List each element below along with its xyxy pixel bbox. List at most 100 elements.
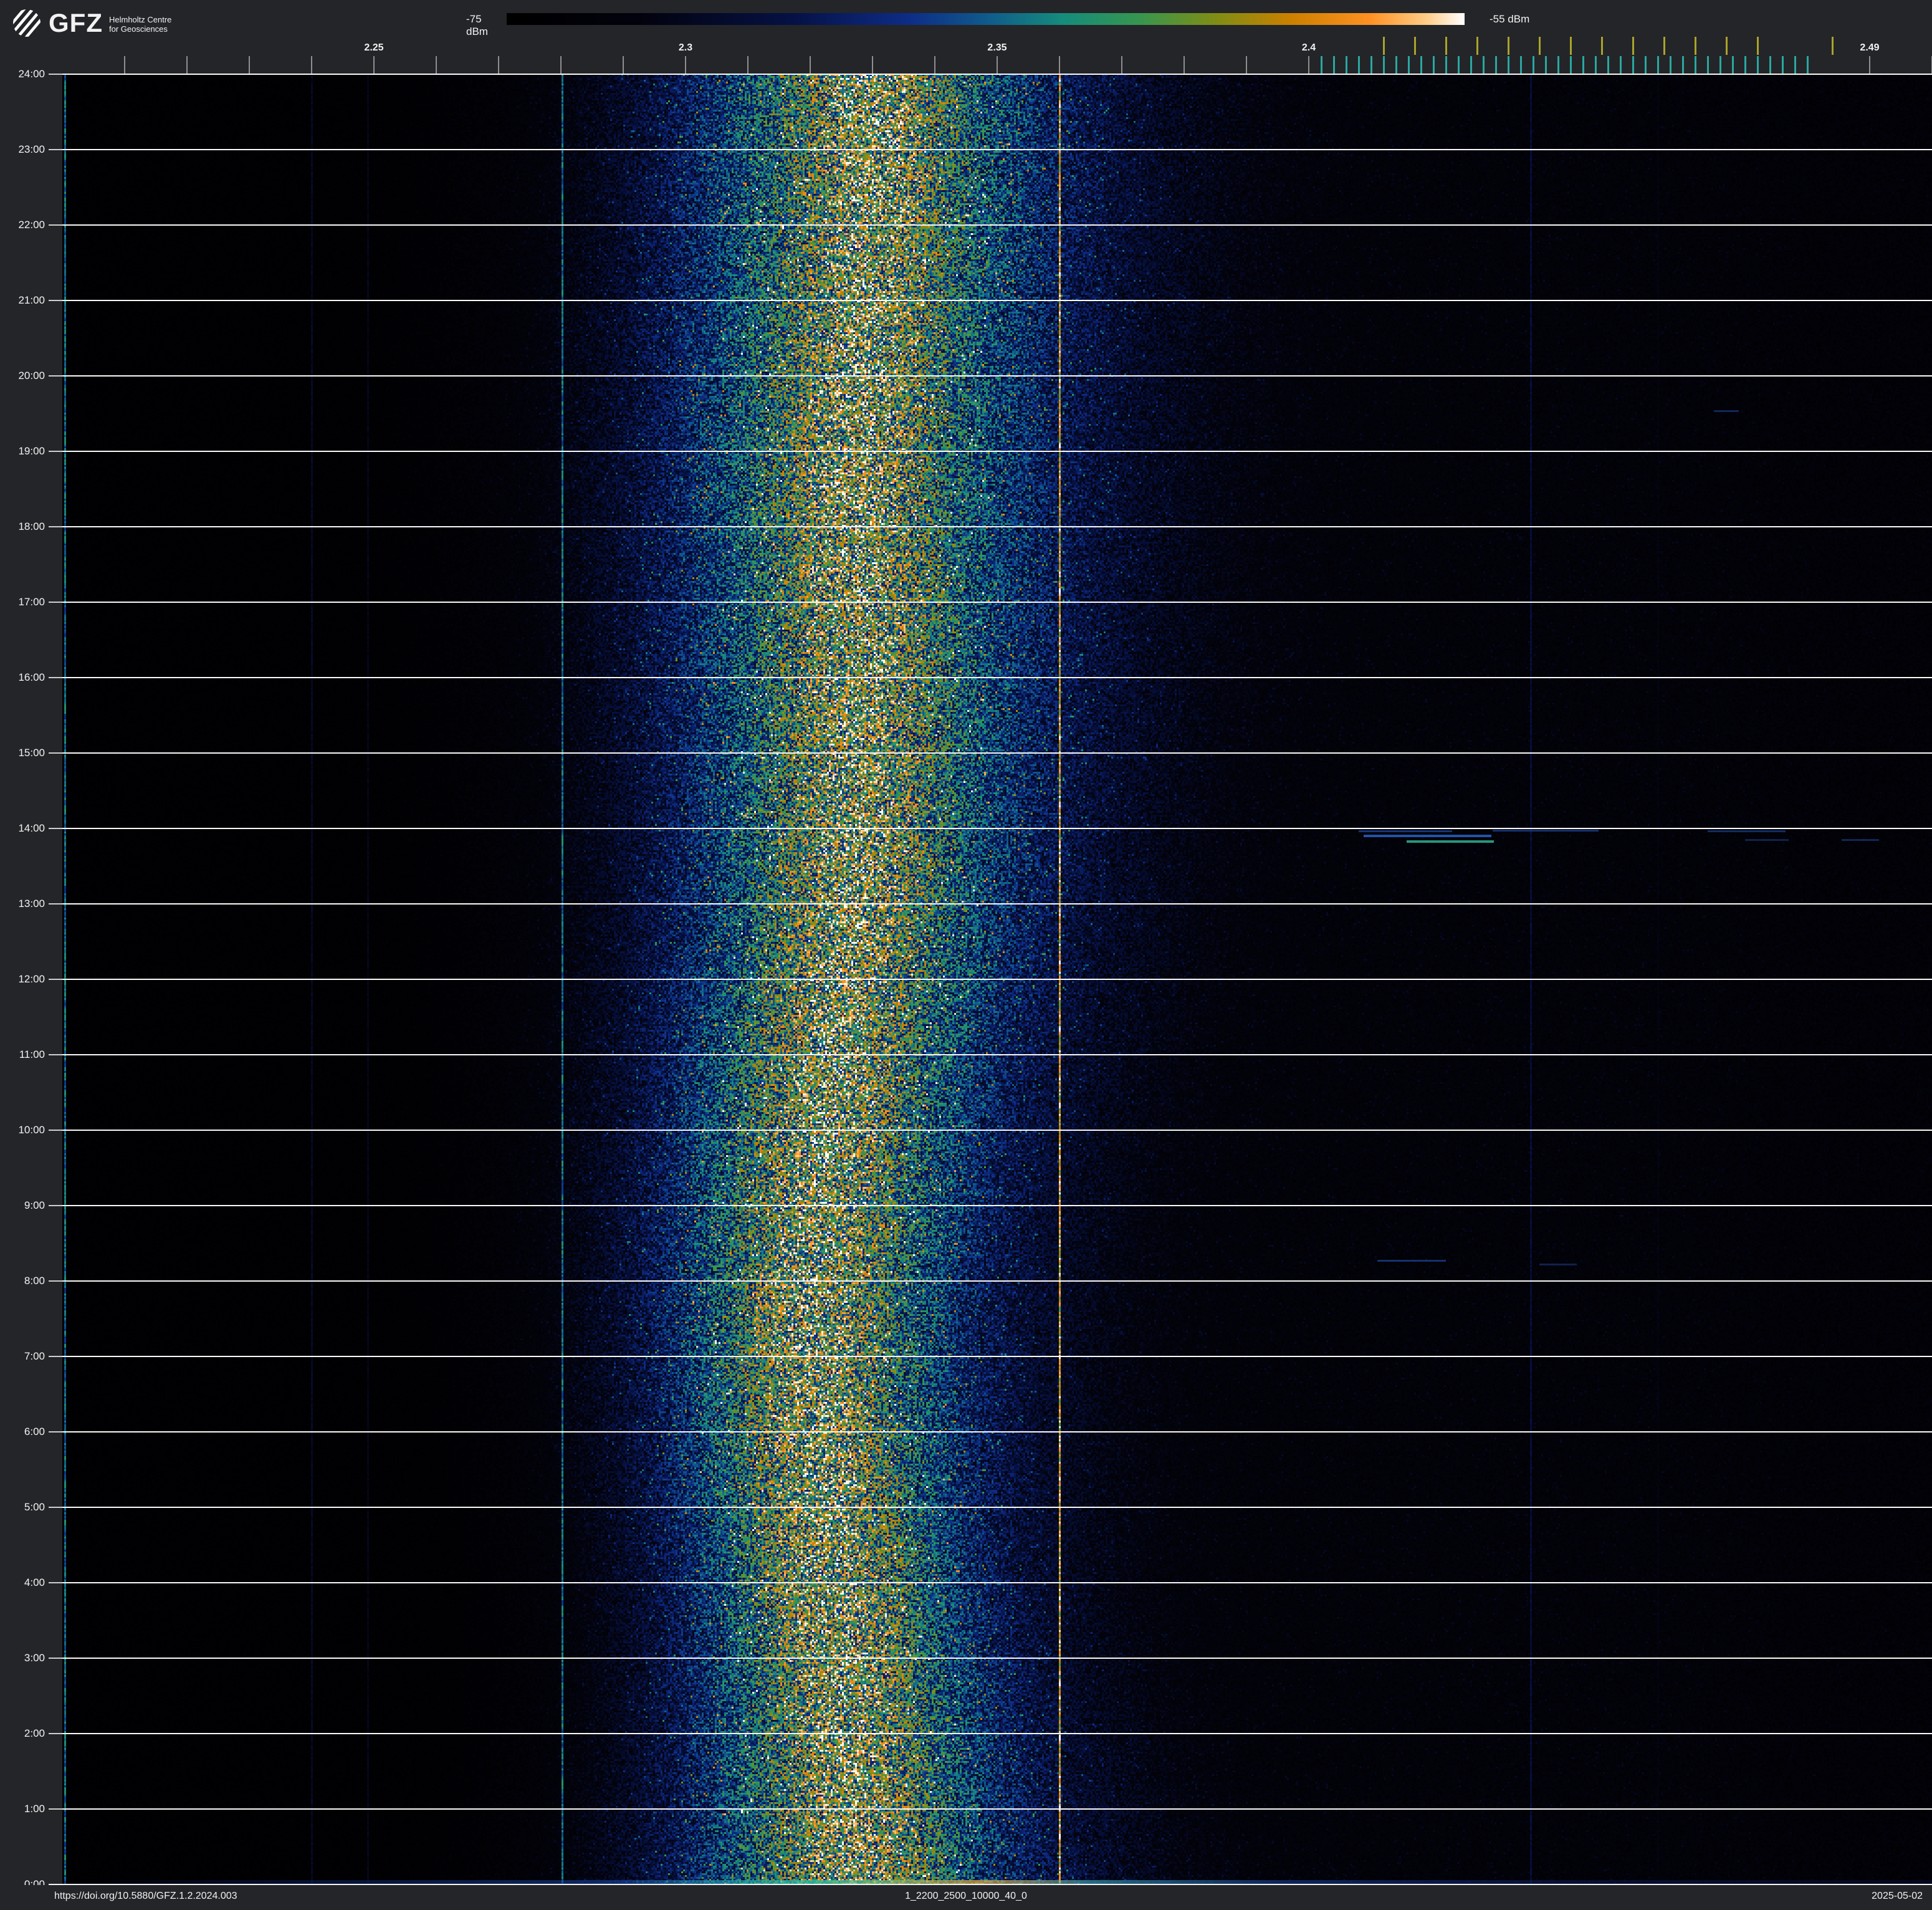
hour-tick [49,979,62,980]
ble-channel-tick [1719,56,1721,74]
ble-channel-tick [1508,56,1509,74]
hour-tick [49,1658,62,1659]
hour-label: 4:00 [0,1576,45,1589]
hour-gridline [62,903,1932,905]
hour-label: 13:00 [0,898,45,910]
frequency-tick-label: 2.35 [987,42,1007,54]
colorbar-max-label: -55 dBm [1490,13,1529,26]
footer: https://doi.org/10.5880/GFZ.1.2.2024.003… [0,1885,1932,1910]
hour-label: 17:00 [0,596,45,608]
hour-gridline [62,1054,1932,1055]
hour-tick [49,752,62,754]
hour-gridline [62,1130,1932,1131]
signal-event [1493,830,1599,832]
gfz-logo-icon [12,9,41,37]
wifi-channel-tick [1476,37,1478,55]
frequency-tick [747,56,748,74]
frequency-tick [1869,56,1870,74]
frequency-tick [934,56,935,74]
hour-label: 7:00 [0,1350,45,1363]
hour-label: 6:00 [0,1426,45,1438]
hour-gridline [62,828,1932,829]
ble-channel-tick [1470,56,1472,74]
wifi-channel-tick [1508,37,1509,55]
frequency-tick [436,56,437,74]
ble-channel-tick [1769,56,1771,74]
frequency-tick [373,56,375,74]
hour-label: 12:00 [0,973,45,986]
hour-gridline [62,375,1932,377]
hour-label: 16:00 [0,671,45,684]
ble-channel-tick [1433,56,1435,74]
hour-label: 8:00 [0,1275,45,1287]
ble-channel-tick [1682,56,1684,74]
ble-channel-tick [1582,56,1584,74]
hour-tick [49,526,62,527]
hour-gridline [62,602,1932,603]
hour-tick [49,300,62,301]
dataset-id: 1_2200_2500_10000_40_0 [0,1891,1932,1902]
date-label: 2025-05-02 [1872,1891,1923,1902]
ble-channel-tick [1744,56,1746,74]
ble-channel-tick [1557,56,1559,74]
ble-channel-tick [1670,56,1671,74]
frequency-tick-label: 2.25 [364,42,383,54]
ble-channel-tick [1794,56,1796,74]
ble-channel-tick [1607,56,1609,74]
ble-channel-tick [1695,56,1696,74]
frequency-tick [1246,56,1247,74]
hour-label: 5:00 [0,1501,45,1514]
hour-gridline [62,224,1932,226]
signal-event [1842,839,1879,841]
hour-label: 2:00 [0,1727,45,1740]
hour-label: 20:00 [0,370,45,382]
wifi-channel-tick [1726,37,1728,55]
hour-label: 10:00 [0,1124,45,1136]
frequency-tick [498,56,499,74]
hour-gridline [62,149,1932,150]
hour-gridline [62,1280,1932,1282]
brand-subtitle: Helmholtz Centre for Geosciences [109,15,171,34]
hour-label: 3:00 [0,1652,45,1664]
hour-tick [49,1431,62,1432]
hour-gridline [62,526,1932,527]
ble-channel-tick [1370,56,1372,74]
hour-gridline [62,1205,1932,1206]
wifi-channel-tick [1570,37,1572,55]
hour-tick [49,149,62,150]
hour-gridline [62,1582,1932,1583]
frequency-tick [124,56,125,74]
hour-label: 24:00 [0,68,45,80]
ble-channel-tick [1782,56,1784,74]
signal-event [1745,839,1789,841]
ble-channel-tick [1807,56,1809,74]
colorbar-gradient [507,13,1465,25]
hour-gridline [62,979,1932,980]
signal-event [1407,840,1494,843]
wifi-channel-tick [1383,37,1385,55]
page: { "header": { "brand": {"name": "GFZ", "… [0,0,1932,1910]
frequency-tick [311,56,312,74]
frequency-tick-label: 2.3 [679,42,692,54]
frequency-tick-label: 2.4 [1302,42,1316,54]
frequency-tick [685,56,686,74]
ble-channel-tick [1321,56,1322,74]
frequency-tick [997,56,998,74]
wifi-channel-tick [1414,37,1416,55]
hour-tick [49,602,62,603]
ble-channel-tick [1620,56,1622,74]
frequency-tick [872,56,873,74]
hour-gridline [62,451,1932,452]
ble-channel-tick [1645,56,1647,74]
ble-channel-tick [1732,56,1734,74]
hour-gridline [62,74,1932,75]
colorbar-min-label: -75 dBm [466,13,495,38]
ble-channel-tick [1545,56,1547,74]
frequency-tick-label: 2.49 [1860,42,1879,54]
gfz-logo: GFZ Helmholtz Centre for Geosciences [12,9,171,37]
ble-channel-tick [1495,56,1497,74]
ble-channel-tick [1346,56,1347,74]
ble-channel-tick [1408,56,1410,74]
frequency-tick [1184,56,1185,74]
hour-gridline [62,1356,1932,1357]
